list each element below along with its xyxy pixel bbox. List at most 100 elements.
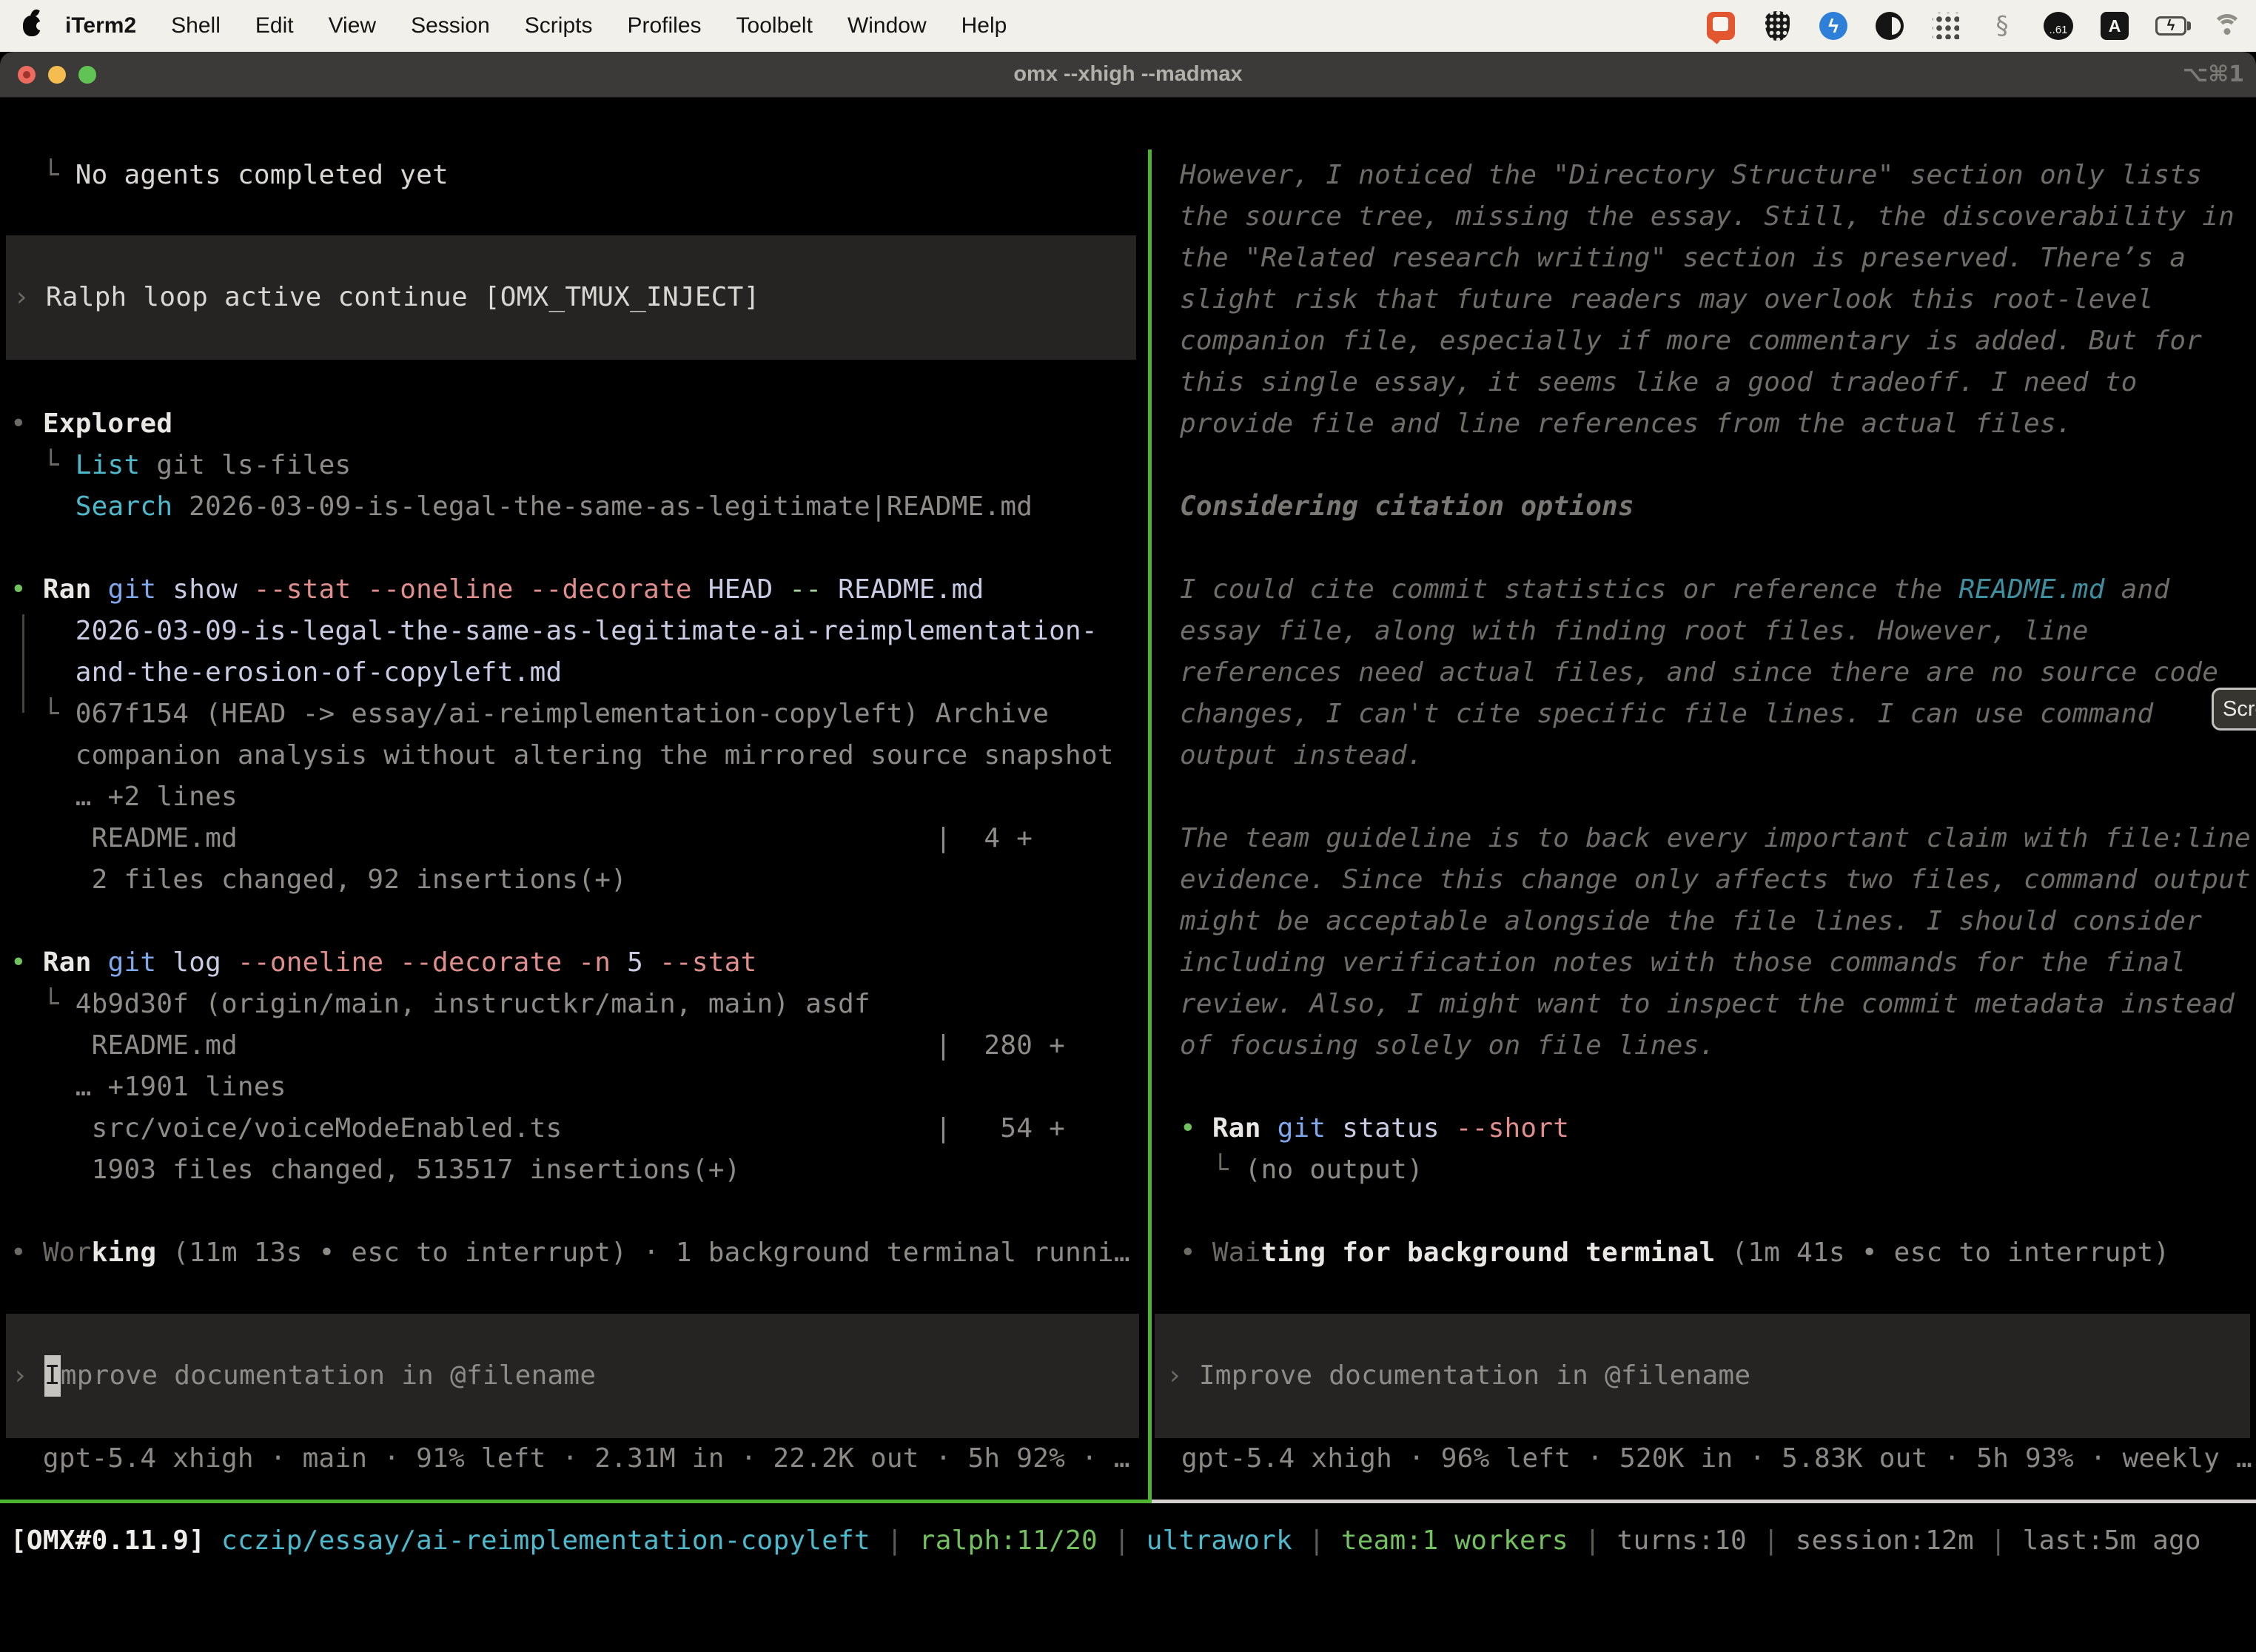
tmux-pane-left[interactable]: └ No agents completed yet › Ralph loop a… xyxy=(0,150,1148,1500)
terminal-line: I could cite commit statistics or refere… xyxy=(1152,569,2256,611)
agent-log-left: • Explored └ List git ls-files Search 20… xyxy=(0,403,1148,1274)
terminal-line: └ List git ls-files xyxy=(0,445,1148,486)
menu-items: iTerm2 Shell Edit View Session Scripts Profile… xyxy=(65,13,1007,38)
prompt-input-right[interactable]: › Improve documentation in @filename xyxy=(1155,1314,2250,1438)
terminal-line: including verification notes with those … xyxy=(1152,942,2256,984)
tree-connector xyxy=(22,614,24,713)
chat-icon-glyph xyxy=(1707,12,1735,40)
terminal-line: • Ran git status --short xyxy=(1152,1108,2256,1149)
apple-logo-icon xyxy=(23,16,41,36)
terminal-line: essay file, along with finding root file… xyxy=(1152,611,2256,652)
terminal-line: src/voice/voiceModeEnabled.ts | 54 + xyxy=(0,1108,1148,1149)
screen-share-label: Scre xyxy=(2223,697,2256,722)
menu-item-shell[interactable]: Shell xyxy=(171,13,221,38)
menu-item-profiles[interactable]: Profiles xyxy=(627,13,701,38)
terminal-line: └ 067f154 (HEAD -> essay/ai-reimplementa… xyxy=(0,694,1148,735)
terminal-line xyxy=(1152,1067,2256,1108)
zoom-button[interactable] xyxy=(78,66,96,84)
terminal-line xyxy=(0,901,1148,942)
traffic-lights xyxy=(18,66,96,84)
terminal-line xyxy=(0,1191,1148,1232)
window-title: omx --xhigh --madmax xyxy=(0,62,2256,87)
status-segment: last:5m ago xyxy=(2023,1525,2201,1556)
squiggle-icon-glyph xyxy=(1996,11,2009,41)
close-button[interactable] xyxy=(18,66,36,84)
terminal-line: 2026-03-09-is-legal-the-same-as-legitima… xyxy=(0,611,1148,652)
terminal-line: of focusing solely on file lines. xyxy=(1152,1025,2256,1067)
chat-icon[interactable] xyxy=(1705,10,1736,41)
terminal-line: references need actual files, and since … xyxy=(1152,652,2256,694)
wifi-icon[interactable] xyxy=(2212,10,2243,41)
window-titlebar[interactable]: omx --xhigh --madmax ⌥⌘1 xyxy=(0,52,2256,98)
pane-border-active xyxy=(0,1500,1152,1503)
wifi-icon-glyph xyxy=(2212,13,2243,39)
status-segment: team:1 workers xyxy=(1341,1525,1568,1556)
injection-text: Ralph loop active continue [OMX_TMUX_INJ… xyxy=(46,277,760,318)
status-segment: cczip/essay/ai-reimplementation-copyleft xyxy=(221,1525,870,1556)
pane-divider[interactable] xyxy=(1148,150,1152,1500)
iterm2-window: omx --xhigh --madmax ⌥⌘1 └ No agents com… xyxy=(0,52,2256,1640)
status-segment: ultrawork xyxy=(1147,1525,1292,1556)
apple-menu[interactable] xyxy=(19,10,44,41)
injection-banner: › Ralph loop active continue [OMX_TMUX_I… xyxy=(6,235,1136,360)
menu-item-help[interactable]: Help xyxy=(961,13,1007,38)
terminal-line: However, I noticed the "Directory Struct… xyxy=(1152,155,2256,196)
omx-status-bar: [OMX#0.11.9] cczip/essay/ai-reimplementa… xyxy=(0,1520,2256,1562)
sync-lightning-icon-glyph xyxy=(1819,12,1847,40)
tmux-pane-right[interactable]: However, I noticed the "Directory Struct… xyxy=(1152,150,2256,1500)
sync-lightning-icon[interactable] xyxy=(1818,10,1849,41)
pie-chart-icon[interactable] xyxy=(1874,10,1905,41)
terminal-line xyxy=(1152,1191,2256,1232)
terminal-line: this single essay, it seems like a good … xyxy=(1152,362,2256,403)
model-status-right: gpt-5.4 xhigh · 96% left · 520K in · 5.8… xyxy=(1152,1438,2256,1480)
status-segment: [OMX#0.11.9] xyxy=(10,1525,205,1556)
status-segment: | xyxy=(870,1525,919,1556)
pane-border-inactive xyxy=(1152,1500,2256,1503)
input-value: mprove documentation in @filename xyxy=(61,1355,597,1397)
status-segment: session:12m xyxy=(1796,1525,1974,1556)
agent-log-top: └ No agents completed yet xyxy=(0,155,1148,196)
terminal-line: evidence. Since this change only affects… xyxy=(1152,859,2256,901)
terminal-line: └ (no output) xyxy=(1152,1149,2256,1191)
terminal-line: • Explored xyxy=(0,403,1148,445)
menu-item-edit[interactable]: Edit xyxy=(255,13,294,38)
menu-item-window[interactable]: Window xyxy=(847,13,927,38)
menu-item-scripts[interactable]: Scripts xyxy=(525,13,593,38)
shield-grid-icon-glyph xyxy=(1765,11,1790,41)
status-segment: | xyxy=(1292,1525,1341,1556)
menu-item-toolbelt[interactable]: Toolbelt xyxy=(736,13,813,38)
shield-grid-icon[interactable] xyxy=(1762,10,1793,41)
terminal-line xyxy=(1152,528,2256,569)
terminal-line: └ No agents completed yet xyxy=(0,155,1148,196)
squiggle-icon[interactable] xyxy=(1987,10,2018,41)
terminal-line: provide file and line references from th… xyxy=(1152,403,2256,445)
terminal-line: • Ran git log --oneline --decorate -n 5 … xyxy=(0,942,1148,984)
dots-grid-icon[interactable] xyxy=(1930,10,1961,41)
a-key-icon[interactable]: A xyxy=(2099,10,2130,41)
terminal-line: slight risk that future readers may over… xyxy=(1152,279,2256,320)
text-cursor: I xyxy=(44,1355,61,1397)
input-value: Improve documentation in @filename xyxy=(1199,1355,1750,1397)
battery-icon[interactable] xyxy=(2155,10,2186,41)
status-segment: | xyxy=(1974,1525,2023,1556)
reasoning-heading: Considering citation options xyxy=(1152,486,2256,528)
menu-bar-status-icons: ..61 A xyxy=(1705,10,2243,41)
terminal-line: README.md | 4 + xyxy=(0,818,1148,859)
badge-61-icon[interactable]: ..61 xyxy=(2043,10,2074,41)
terminal-line: and-the-erosion-of-copyleft.md xyxy=(0,652,1148,694)
terminal-line: Search 2026-03-09-is-legal-the-same-as-l… xyxy=(0,486,1148,528)
dots-grid-icon-glyph xyxy=(1933,13,1959,39)
minimize-button[interactable] xyxy=(48,66,66,84)
screen-share-popup[interactable]: Scre xyxy=(2212,688,2256,731)
prompt-chevron-icon: › xyxy=(13,277,46,318)
terminal-line: might be acceptable alongside the file l… xyxy=(1152,901,2256,942)
terminal-line: └ 4b9d30f (origin/main, instructkr/main,… xyxy=(0,984,1148,1025)
menu-item-iterm2[interactable]: iTerm2 xyxy=(65,13,136,38)
terminal-line: The team guideline is to back every impo… xyxy=(1152,818,2256,859)
menu-item-view[interactable]: View xyxy=(329,13,376,38)
battery-icon-glyph xyxy=(2155,16,2186,36)
terminal-line xyxy=(0,528,1148,569)
prompt-input-left[interactable]: › Improve documentation in @filename xyxy=(6,1314,1139,1438)
menu-item-session[interactable]: Session xyxy=(411,13,490,38)
status-segment: | xyxy=(1568,1525,1617,1556)
